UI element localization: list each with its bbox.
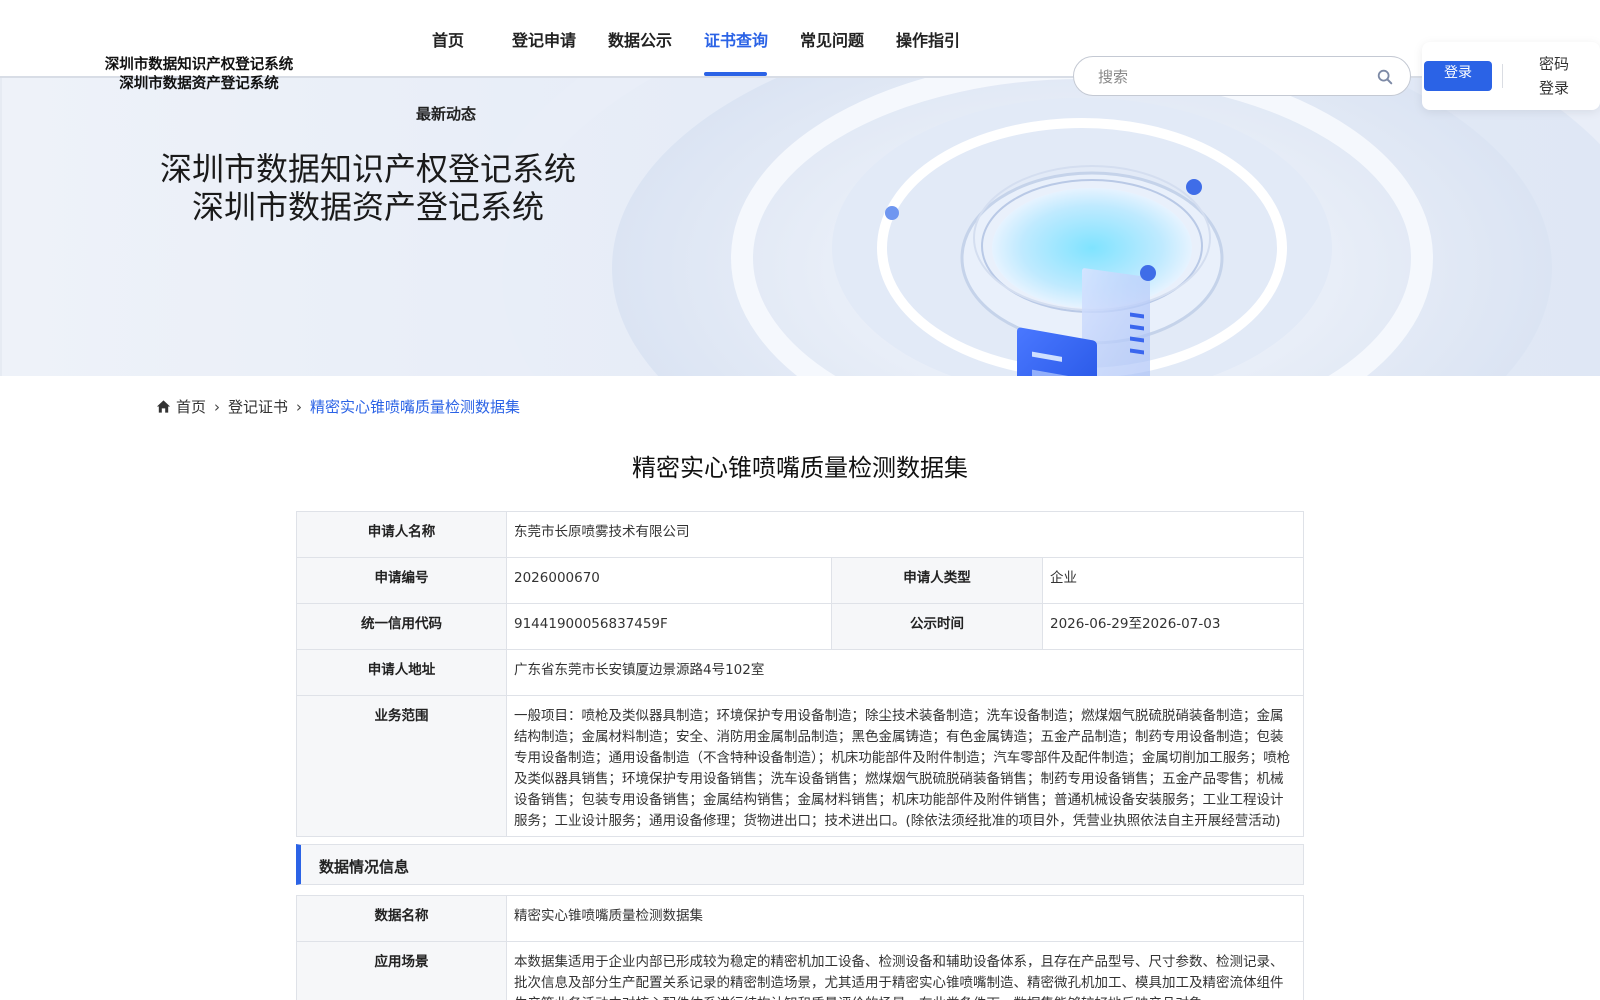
applicant-type-value: 企业	[1042, 557, 1304, 604]
nav-guide[interactable]: 操作指引	[896, 27, 960, 51]
table-row: 数据名称 精密实心锥喷嘴质量检测数据集	[296, 895, 1304, 942]
data-name-label: 数据名称	[296, 895, 507, 942]
home-icon[interactable]	[156, 399, 171, 414]
credit-code-label: 统一信用代码	[296, 603, 507, 650]
data-info-section-header: 数据情况信息	[296, 844, 1304, 885]
address-label: 申请人地址	[296, 649, 507, 696]
data-info-table: 数据名称 精密实心锥喷嘴质量检测数据集 应用场景 本数据集适用于企业内部已形成较…	[296, 895, 1304, 1000]
table-row: 统一信用代码 91441900056837459F 公示时间 2026-06-2…	[296, 603, 1304, 650]
business-scope-label: 业务范围	[296, 695, 507, 837]
search-icon[interactable]	[1376, 68, 1394, 86]
nav-active-indicator	[704, 72, 767, 76]
credit-code-value: 91441900056837459F	[506, 603, 832, 650]
banner-title: 深圳市数据知识产权登记系统 深圳市数据资产登记系统	[158, 150, 578, 226]
scenario-value: 本数据集适用于企业内部已形成较为稳定的精密机加工设备、检测设备和辅助设备体系，且…	[506, 941, 1304, 1000]
top-header: 深圳市数据知识产权登记系统 深圳市数据资产登记系统 首页 登记申请 数据公示 证…	[0, 0, 1600, 110]
logo-line-1: 深圳市数据知识产权登记系统	[104, 57, 294, 73]
search-input[interactable]	[1098, 66, 1358, 88]
section-title: 数据情况信息	[319, 858, 410, 876]
table-row: 应用场景 本数据集适用于企业内部已形成较为稳定的精密机加工设备、检测设备和辅助设…	[296, 941, 1304, 1000]
login-panel: 登录 密码登录	[1422, 42, 1600, 110]
breadcrumb-certificates[interactable]: 登记证书	[228, 396, 288, 417]
nav-certificate-query[interactable]: 证书查询	[704, 27, 768, 51]
chevron-right-icon: ›	[214, 397, 221, 416]
login-divider	[1502, 64, 1503, 88]
logo-line-2: 深圳市数据资产登记系统	[119, 76, 279, 92]
address-value: 广东省东莞市长安镇厦边景源路4号102室	[506, 649, 1304, 696]
search-box	[1073, 56, 1411, 96]
breadcrumb-home[interactable]: 首页	[176, 396, 206, 417]
password-login-link[interactable]: 密码登录	[1534, 52, 1574, 100]
applicant-name-label: 申请人名称	[296, 511, 507, 558]
applicant-info-table: 申请人名称 东莞市长原喷雾技术有限公司 申请编号 2026000670 申请人类…	[296, 511, 1304, 837]
nav-data-publicity[interactable]: 数据公示	[608, 27, 672, 51]
application-no-value: 2026000670	[506, 557, 832, 604]
site-logo[interactable]: 深圳市数据知识产权登记系统 深圳市数据资产登记系统	[94, 56, 304, 94]
nav-faq[interactable]: 常见问题	[800, 27, 864, 51]
applicant-name-value: 东莞市长原喷雾技术有限公司	[506, 511, 1304, 558]
data-name-value: 精密实心锥喷嘴质量检测数据集	[506, 895, 1304, 942]
table-row: 申请人名称 东莞市长原喷雾技术有限公司	[296, 511, 1304, 558]
application-no-label: 申请编号	[296, 557, 507, 604]
nav-home[interactable]: 首页	[432, 27, 464, 51]
business-scope-value: 一般项目：喷枪及类似器具制造；环境保护专用设备制造；除尘技术装备制造；洗车设备制…	[506, 695, 1304, 837]
nav-latest-news[interactable]: 最新动态	[416, 103, 476, 124]
breadcrumb: 首页 › 登记证书 › 精密实心锥喷嘴质量检测数据集	[156, 396, 520, 417]
table-row: 申请人地址 广东省东莞市长安镇厦边景源路4号102室	[296, 649, 1304, 696]
publicity-time-value: 2026-06-29至2026-07-03	[1042, 603, 1304, 650]
nav-register-apply[interactable]: 登记申请	[512, 27, 576, 51]
breadcrumb-current: 精密实心锥喷嘴质量检测数据集	[310, 398, 521, 416]
chevron-right-icon: ›	[296, 397, 303, 416]
table-row: 申请编号 2026000670 申请人类型 企业	[296, 557, 1304, 604]
banner-title-line-2: 深圳市数据资产登记系统	[191, 188, 544, 226]
scenario-label: 应用场景	[296, 941, 507, 1000]
banner-title-line-1: 深圳市数据知识产权登记系统	[159, 150, 576, 188]
hero-banner: 深圳市数据知识产权登记系统 深圳市数据资产登记系统	[0, 78, 1600, 376]
table-row: 业务范围 一般项目：喷枪及类似器具制造；环境保护专用设备制造；除尘技术装备制造；…	[296, 695, 1304, 837]
applicant-type-label: 申请人类型	[831, 557, 1043, 604]
publicity-time-label: 公示时间	[831, 603, 1043, 650]
banner-illustration	[462, 78, 1600, 376]
login-button[interactable]: 登录	[1424, 61, 1492, 91]
page-title: 精密实心锥喷嘴质量检测数据集	[632, 454, 968, 482]
